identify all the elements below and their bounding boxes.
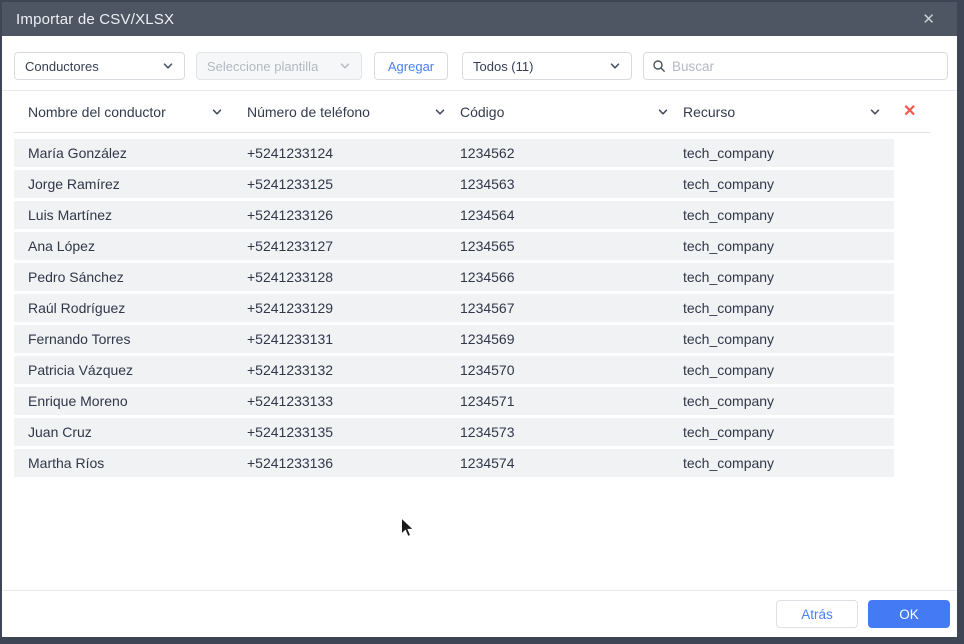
cell-phone: +5241233136 (247, 455, 334, 471)
cell-code: 1234567 (460, 300, 515, 316)
cell-code: 1234565 (460, 238, 515, 254)
cell-code: 1234569 (460, 331, 515, 347)
table-row: Luis Martínez +5241233126 1234564 tech_c… (14, 201, 894, 229)
cell-driver-name: Pedro Sánchez (28, 269, 124, 285)
entity-type-select[interactable]: Conductores (14, 52, 185, 80)
add-button[interactable]: Agregar (374, 52, 448, 80)
column-label: Recurso (683, 103, 736, 120)
cell-code: 1234566 (460, 269, 515, 285)
table-row: Fernando Torres +5241233131 1234569 tech… (14, 325, 894, 353)
cell-driver-name: Martha Ríos (28, 455, 105, 471)
cell-driver-name: María González (28, 145, 127, 161)
cell-code: 1234562 (460, 145, 515, 161)
back-button[interactable]: Atrás (776, 600, 858, 628)
cell-phone: +5241233127 (247, 238, 334, 254)
table-row: Ana López +5241233127 1234565 tech_compa… (14, 232, 894, 260)
cell-phone: +5241233128 (247, 269, 334, 285)
toolbar: Conductores Seleccione plantilla Agregar… (2, 36, 957, 91)
cell-driver-name: Luis Martínez (28, 207, 113, 223)
table-row: Enrique Moreno +5241233133 1234571 tech_… (14, 387, 894, 415)
chevron-down-icon (211, 106, 223, 118)
cell-code: 1234570 (460, 362, 515, 378)
search-placeholder: Buscar (672, 58, 715, 74)
table-header: Nombre del conductor Número de teléfono … (14, 91, 930, 133)
table-row: Juan Cruz +5241233135 1234573 tech_compa… (14, 418, 894, 446)
cell-code: 1234573 (460, 424, 515, 440)
filter-select[interactable]: Todos (11) (462, 52, 632, 80)
table-body: María González +5241233124 1234562 tech_… (2, 133, 957, 590)
search-input[interactable]: Buscar (643, 52, 948, 80)
cell-resource: tech_company (683, 393, 775, 409)
template-placeholder: Seleccione plantilla (207, 58, 319, 74)
cell-driver-name: Raúl Rodríguez (28, 300, 126, 316)
cell-resource: tech_company (683, 331, 775, 347)
table-row: Patricia Vázquez +5241233132 1234570 tec… (14, 356, 894, 384)
cell-driver-name: Jorge Ramírez (28, 176, 120, 192)
back-button-label: Atrás (801, 606, 833, 622)
table-row: Martha Ríos +5241233136 1234574 tech_com… (14, 449, 894, 477)
cell-resource: tech_company (683, 300, 775, 316)
chevron-down-icon (162, 60, 174, 72)
table-row: Raúl Rodríguez +5241233129 1234567 tech_… (14, 294, 894, 322)
cell-driver-name: Ana López (28, 238, 95, 254)
dialog-title: Importar de CSV/XLSX (16, 10, 175, 28)
add-button-label: Agregar (387, 58, 435, 74)
cell-phone: +5241233126 (247, 207, 334, 223)
cell-resource: tech_company (683, 238, 775, 254)
table-row: Pedro Sánchez +5241233128 1234566 tech_c… (14, 263, 894, 291)
cell-resource: tech_company (683, 362, 775, 378)
cell-code: 1234574 (460, 455, 515, 471)
column-select-code[interactable]: Código (460, 104, 683, 120)
chevron-down-icon (434, 106, 446, 118)
cell-code: 1234571 (460, 393, 515, 409)
column-label: Número de teléfono (247, 103, 370, 120)
cell-phone: +5241233125 (247, 176, 334, 192)
dialog-titlebar: Importar de CSV/XLSX ✕ (2, 2, 957, 36)
table-row: Jorge Ramírez +5241233125 1234563 tech_c… (14, 170, 894, 198)
column-select-resource[interactable]: Recurso (683, 104, 895, 120)
search-icon (652, 59, 666, 73)
cell-resource: tech_company (683, 176, 775, 192)
chevron-down-icon (339, 60, 351, 72)
chevron-down-icon (609, 60, 621, 72)
ok-button[interactable]: OK (868, 600, 950, 628)
chevron-down-icon (657, 106, 669, 118)
column-select-phone[interactable]: Número de teléfono (247, 104, 460, 120)
cell-phone: +5241233124 (247, 145, 334, 161)
dialog-footer: Atrás OK (2, 590, 957, 637)
cell-phone: +5241233135 (247, 424, 334, 440)
column-select-driver-name[interactable]: Nombre del conductor (28, 104, 247, 120)
cell-resource: tech_company (683, 269, 775, 285)
cell-driver-name: Patricia Vázquez (28, 362, 134, 378)
chevron-down-icon (869, 106, 881, 118)
cell-driver-name: Enrique Moreno (28, 393, 128, 409)
column-label: Código (460, 103, 505, 120)
cell-phone: +5241233131 (247, 331, 334, 347)
cell-resource: tech_company (683, 424, 775, 440)
template-select: Seleccione plantilla (196, 52, 362, 80)
close-icon[interactable]: ✕ (916, 8, 941, 30)
cell-phone: +5241233133 (247, 393, 334, 409)
cell-code: 1234563 (460, 176, 515, 192)
cell-phone: +5241233132 (247, 362, 334, 378)
cell-driver-name: Fernando Torres (28, 331, 131, 347)
ok-button-label: OK (899, 606, 919, 622)
filter-value: Todos (11) (473, 58, 534, 74)
entity-type-value: Conductores (25, 58, 99, 74)
column-label: Nombre del conductor (28, 103, 166, 120)
table-row: María González +5241233124 1234562 tech_… (14, 139, 894, 167)
cell-code: 1234564 (460, 207, 515, 223)
import-csv-dialog: Importar de CSV/XLSX ✕ Conductores Selec… (2, 2, 957, 637)
cell-resource: tech_company (683, 145, 775, 161)
cell-driver-name: Juan Cruz (28, 424, 92, 440)
remove-column-icon[interactable]: ✕ (903, 103, 916, 120)
cell-resource: tech_company (683, 207, 775, 223)
cell-phone: +5241233129 (247, 300, 334, 316)
cell-resource: tech_company (683, 455, 775, 471)
